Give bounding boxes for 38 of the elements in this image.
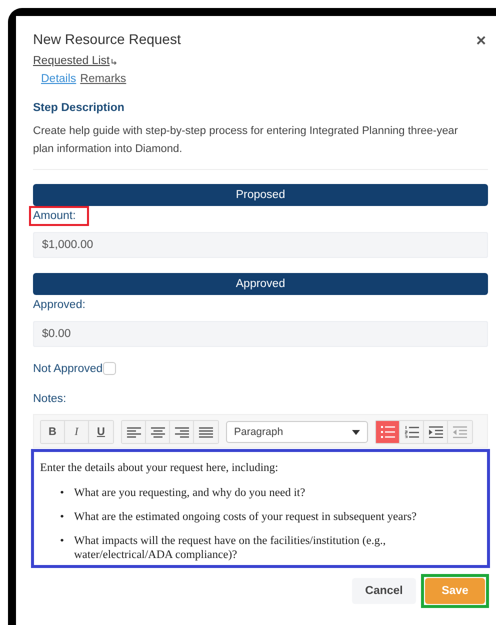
numbered-list-icon	[404, 426, 418, 438]
editor-text: Enter the details about your request here, including:	[40, 462, 280, 474]
bullet-list-icon	[380, 426, 394, 438]
indent-icon	[428, 426, 442, 438]
amount-field[interactable]: $1,000.00	[33, 232, 488, 258]
bullet-marker: •	[60, 534, 66, 548]
field-label: Notes:	[33, 393, 68, 405]
checkbox-label: Not Approved	[33, 362, 103, 374]
toolbar-button[interactable]	[376, 421, 400, 443]
section-banner: Approved	[33, 273, 488, 295]
align-center-icon	[150, 426, 164, 438]
cancel-button[interactable]: Cancel	[352, 578, 416, 604]
checkbox[interactable]	[102, 362, 116, 375]
align-left-icon	[126, 426, 140, 438]
align-right-icon	[174, 426, 188, 438]
tab[interactable]: Remarks	[80, 73, 126, 85]
breadcrumb-link[interactable]: Requested List	[33, 55, 110, 67]
align-justify-icon	[199, 426, 213, 438]
dialog-title: New Resource Request	[33, 30, 181, 46]
amount-field[interactable]: $0.00	[33, 321, 488, 347]
bullet-item: What are you requesting, and why do you need it?	[74, 486, 306, 500]
section-banner: Proposed	[33, 184, 488, 206]
bullet-marker: •	[60, 510, 66, 524]
tab[interactable]: Details	[41, 73, 76, 85]
step-description: Create help guide with step-by-step process for entering Integrated Planning three-year plan information into Diamond.	[33, 124, 459, 157]
format-button[interactable]: B	[41, 421, 65, 443]
link-arrow-icon	[110, 59, 117, 66]
bullet-item: What impacts will the request have on the facilities/institution (e.g., water/electrical/ADA compliance)?	[74, 534, 387, 562]
bullet-marker: •	[60, 486, 66, 500]
toolbar-button[interactable]	[122, 421, 146, 443]
field-label: Approved:	[33, 299, 86, 311]
close-button[interactable]: ×	[474, 32, 488, 49]
bullet-item: What are the estimated ongoing costs of your request in subsequent years?	[74, 510, 418, 524]
format-dropdown[interactable]: Paragraph	[226, 421, 368, 443]
notes-editor[interactable]	[33, 451, 488, 566]
outdent-icon	[453, 426, 467, 438]
section-heading: Step Description	[33, 102, 126, 114]
caret-icon	[352, 430, 360, 434]
